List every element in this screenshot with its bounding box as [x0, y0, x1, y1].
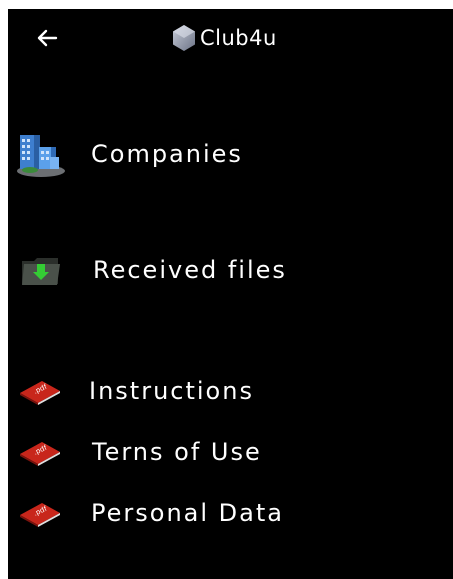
hexagon-logo-icon	[173, 25, 195, 51]
menu-item-companies[interactable]: Companies	[8, 133, 453, 179]
pdf-icon: .pdf	[20, 503, 60, 527]
back-button[interactable]	[30, 21, 64, 55]
pdf-icon: .pdf	[20, 381, 60, 405]
app-brand: Club4u	[171, 21, 277, 55]
arrow-left-icon	[37, 29, 58, 47]
menu-label-terms-of-use: Terns of Use	[92, 438, 262, 466]
menu-item-terms-of-use[interactable]: .pdf Terns of Use	[8, 430, 453, 474]
menu-label-received-files: Received files	[93, 256, 287, 284]
menu-label-companies: Companies	[91, 140, 243, 168]
app-screen: Club4u Companies Received files .pdf Ins…	[8, 9, 453, 579]
menu-item-instructions[interactable]: .pdf Instructions	[8, 369, 453, 413]
menu-label-personal-data: Personal Data	[91, 499, 284, 527]
top-bar: Club4u	[8, 9, 453, 69]
pdf-icon: .pdf	[20, 442, 60, 466]
app-title: Club4u	[200, 26, 277, 50]
menu-label-instructions: Instructions	[89, 377, 254, 405]
menu-item-received-files[interactable]: Received files	[8, 249, 453, 293]
building-icon	[17, 135, 65, 177]
folder-download-icon	[22, 258, 60, 285]
menu-item-personal-data[interactable]: .pdf Personal Data	[8, 491, 453, 535]
